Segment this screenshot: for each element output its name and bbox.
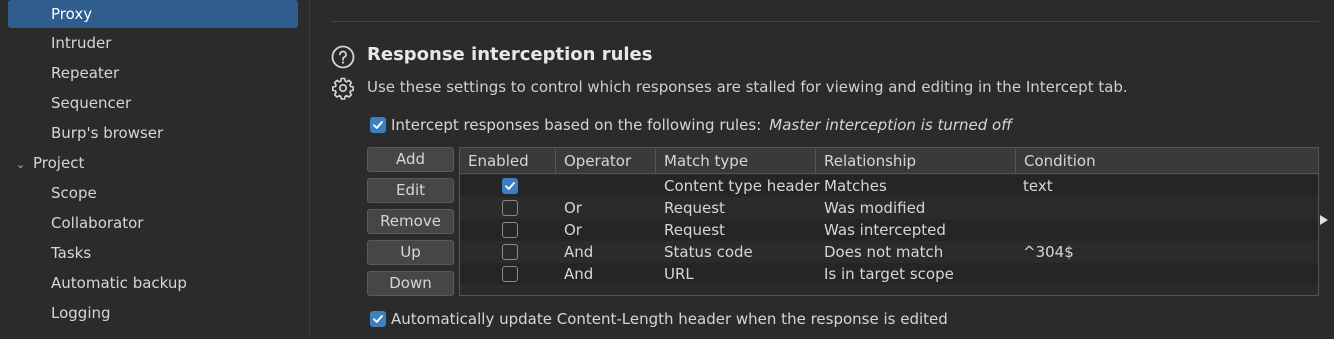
up-button[interactable]: Up: [367, 240, 454, 265]
sidebar-item-label: Sequencer: [51, 94, 132, 112]
column-header-match-type[interactable]: Match type: [656, 148, 816, 174]
enabled-cell: [460, 241, 560, 263]
sidebar-item-label: Tasks: [51, 244, 92, 262]
sidebar-item-label: Collaborator: [51, 214, 144, 232]
table-row[interactable]: Content type header Matches text: [460, 175, 1318, 197]
enabled-cell: [460, 263, 560, 285]
match-type-cell: Content type header: [664, 177, 820, 195]
checkmark-icon: [505, 182, 515, 190]
relationship-cell: Matches: [824, 177, 887, 195]
column-header-enabled[interactable]: Enabled: [460, 148, 556, 174]
intercept-rules-option: Intercept responses based on the followi…: [370, 115, 1012, 135]
auto-update-checkbox[interactable]: [370, 311, 386, 327]
condition-cell: text: [1023, 177, 1053, 195]
sidebar-item-proxy[interactable]: Proxy: [8, 0, 298, 28]
sidebar-item-collaborator[interactable]: Collaborator: [8, 209, 298, 237]
table-header: Enabled Operator Match type Relationship…: [460, 148, 1318, 174]
operator-cell: Or: [564, 199, 582, 217]
checkmark-icon: [373, 315, 383, 323]
settings-sidebar: Proxy Intruder Repeater Sequencer Burp's…: [0, 0, 310, 339]
auto-update-label: Automatically update Content-Length head…: [391, 310, 948, 328]
row-enabled-checkbox[interactable]: [502, 244, 518, 260]
table-row[interactable]: And Status code Does not match ^304$: [460, 241, 1318, 263]
intercept-rules-checkbox[interactable]: [370, 117, 386, 133]
relationship-cell: Is in target scope: [824, 265, 954, 283]
edit-button[interactable]: Edit: [367, 178, 454, 203]
table-row[interactable]: And URL Is in target scope: [460, 263, 1318, 285]
column-header-condition[interactable]: Condition: [1016, 148, 1318, 174]
sidebar-item-automatic-backup[interactable]: Automatic backup: [8, 269, 298, 297]
operator-cell: Or: [564, 221, 582, 239]
condition-cell: ^304$: [1023, 243, 1074, 261]
section-divider: [331, 21, 1319, 22]
sidebar-item-label: Burp's browser: [51, 124, 164, 142]
sidebar-item-label: Logging: [51, 304, 111, 322]
auto-update-option: Automatically update Content-Length head…: [370, 309, 948, 329]
sidebar-item-label: Automatic backup: [51, 274, 187, 292]
remove-button[interactable]: Remove: [367, 209, 454, 234]
condition-cell: [1019, 219, 1023, 241]
match-type-cell: Request: [664, 221, 725, 239]
row-enabled-checkbox[interactable]: [502, 222, 518, 238]
intercept-rules-label: Intercept responses based on the followi…: [391, 116, 762, 134]
enabled-cell: [460, 197, 560, 219]
rules-table: Enabled Operator Match type Relationship…: [459, 147, 1319, 296]
master-interception-note: Master interception is turned off: [769, 116, 1013, 134]
column-header-operator[interactable]: Operator: [556, 148, 656, 174]
sidebar-item-label: Scope: [51, 184, 97, 202]
sidebar-item-repeater[interactable]: Repeater: [8, 59, 298, 87]
relationship-cell: Does not match: [824, 243, 944, 261]
operator-cell: [560, 175, 564, 197]
enabled-cell: [460, 219, 560, 241]
match-type-cell: URL: [664, 265, 694, 283]
sidebar-section-project[interactable]: ⌄ Project: [16, 149, 84, 177]
checkmark-icon: [373, 121, 383, 129]
column-header-relationship[interactable]: Relationship: [816, 148, 1016, 174]
sidebar-section-label: Project: [33, 154, 85, 172]
operator-cell: And: [564, 243, 594, 261]
row-enabled-checkbox[interactable]: [502, 200, 518, 216]
row-enabled-checkbox[interactable]: [502, 266, 518, 282]
table-row[interactable]: Or Request Was modified: [460, 197, 1318, 219]
gear-icon[interactable]: [331, 76, 355, 100]
sidebar-item-logging[interactable]: Logging: [8, 299, 298, 327]
sidebar-item-sequencer[interactable]: Sequencer: [8, 89, 298, 117]
sidebar-item-burps-browser[interactable]: Burp's browser: [8, 119, 298, 147]
section-description: Use these settings to control which resp…: [367, 78, 1128, 96]
table-row[interactable]: Or Request Was intercepted: [460, 219, 1318, 241]
match-type-cell: Request: [664, 199, 725, 217]
sidebar-item-label: Proxy: [51, 5, 93, 23]
add-button[interactable]: Add: [367, 147, 454, 172]
operator-cell: And: [564, 265, 594, 283]
expand-arrow-icon[interactable]: [1320, 215, 1328, 225]
down-button[interactable]: Down: [367, 271, 454, 296]
relationship-cell: Was intercepted: [824, 221, 946, 239]
section-title: Response interception rules: [367, 44, 653, 65]
row-enabled-checkbox[interactable]: [502, 178, 518, 194]
sidebar-item-intruder[interactable]: Intruder: [8, 29, 298, 57]
condition-cell: [1019, 197, 1023, 219]
sidebar-item-label: Repeater: [51, 64, 120, 82]
condition-cell: [1019, 263, 1023, 285]
relationship-cell: Was modified: [824, 199, 926, 217]
help-icon[interactable]: [331, 45, 355, 69]
sidebar-item-tasks[interactable]: Tasks: [8, 239, 298, 267]
chevron-down-icon[interactable]: ⌄: [16, 151, 33, 179]
sidebar-item-scope[interactable]: Scope: [8, 179, 298, 207]
sidebar-item-label: Intruder: [51, 34, 112, 52]
match-type-cell: Status code: [664, 243, 753, 261]
enabled-cell: [460, 175, 560, 197]
